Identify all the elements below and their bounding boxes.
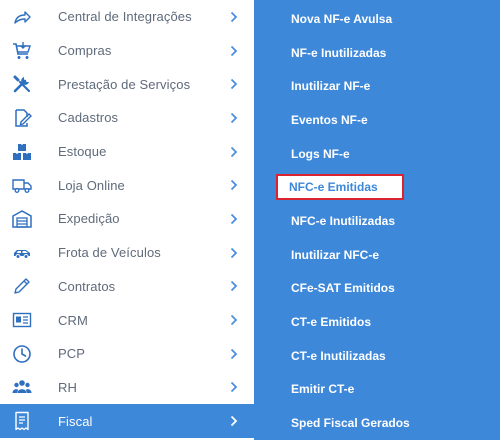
submenu-item-nova-nfe-avulsa[interactable]: Nova NF-e Avulsa — [254, 2, 500, 36]
share-arrow-icon — [0, 0, 58, 34]
car-icon — [0, 236, 58, 270]
submenu-item-label: Inutilizar NF-e — [291, 79, 371, 94]
submenu-item-nfe-inutilizadas[interactable]: NF-e Inutilizadas — [254, 36, 500, 70]
menu-item-frota-de-veiculos[interactable]: Frota de Veículos — [0, 236, 254, 270]
menu-item-estoque[interactable]: Estoque — [0, 135, 254, 169]
receipt-icon — [0, 404, 58, 438]
edit-document-icon — [0, 101, 58, 135]
menu-item-crm[interactable]: CRM — [0, 303, 254, 337]
submenu-item-label: Eventos NF-e — [291, 112, 368, 127]
main-navigation-menu: Central de Integrações Compras Prestação… — [0, 0, 254, 440]
submenu-item-eventos-nfe[interactable]: Eventos NF-e — [254, 103, 500, 137]
submenu-item-cte-inutilizadas[interactable]: CT-e Inutilizadas — [254, 339, 500, 373]
chevron-right-icon — [214, 168, 254, 202]
submenu-item-nfce-emitidas[interactable]: NFC-e Emitidas — [254, 170, 500, 204]
boxes-icon — [0, 135, 58, 169]
menu-item-compras[interactable]: Compras — [0, 34, 254, 68]
submenu-item-label: Logs NF-e — [291, 146, 350, 161]
clock-icon — [0, 337, 58, 371]
submenu-item-nfce-inutilizadas[interactable]: NFC-e Inutilizadas — [254, 204, 500, 238]
menu-item-label: Compras — [58, 43, 112, 59]
chevron-right-icon — [214, 0, 254, 34]
fiscal-submenu: Nova NF-e Avulsa NF-e Inutilizadas Inuti… — [254, 0, 500, 440]
submenu-item-label: Inutilizar NFC-e — [291, 247, 380, 262]
menu-item-label: Loja Online — [58, 177, 125, 193]
submenu-item-inutilizar-nfe[interactable]: Inutilizar NF-e — [254, 69, 500, 103]
warehouse-icon — [0, 202, 58, 236]
menu-item-label: CRM — [58, 312, 88, 328]
submenu-item-label: CT-e Emitidos — [291, 315, 372, 330]
submenu-item-label: NFC-e Emitidas — [276, 174, 404, 201]
chevron-right-icon — [214, 67, 254, 101]
menu-item-label: Central de Integrações — [58, 9, 192, 25]
id-card-icon — [0, 303, 58, 337]
menu-item-rh[interactable]: RH — [0, 371, 254, 405]
menu-item-fiscal[interactable]: Fiscal — [0, 404, 254, 438]
menu-item-label: Fiscal — [58, 413, 93, 429]
menu-item-contratos[interactable]: Contratos — [0, 270, 254, 304]
chevron-right-icon — [214, 303, 254, 337]
chevron-right-icon — [214, 404, 254, 438]
shopping-cart-icon — [0, 34, 58, 68]
chevron-right-icon — [214, 202, 254, 236]
submenu-item-sped-fiscal-gerados[interactable]: Sped Fiscal Gerados — [254, 406, 500, 440]
submenu-item-label: NF-e Inutilizadas — [291, 45, 387, 60]
chevron-right-icon — [214, 371, 254, 405]
submenu-item-inutilizar-nfce[interactable]: Inutilizar NFC-e — [254, 238, 500, 272]
menu-item-central-de-integracoes[interactable]: Central de Integrações — [0, 0, 254, 34]
menu-item-label: Cadastros — [58, 110, 119, 126]
menu-item-prestacao-de-servicos[interactable]: Prestação de Serviços — [0, 67, 254, 101]
chevron-right-icon — [214, 135, 254, 169]
pen-icon — [0, 270, 58, 304]
tools-icon — [0, 67, 58, 101]
submenu-item-cte-emitidos[interactable]: CT-e Emitidos — [254, 305, 500, 339]
menu-item-label: Expedição — [58, 211, 120, 227]
submenu-item-label: CT-e Inutilizadas — [291, 348, 386, 363]
submenu-item-label: Nova NF-e Avulsa — [291, 11, 393, 26]
chevron-right-icon — [214, 101, 254, 135]
submenu-item-emitir-cte[interactable]: Emitir CT-e — [254, 373, 500, 407]
menu-item-expedicao[interactable]: Expedição — [0, 202, 254, 236]
chevron-right-icon — [214, 236, 254, 270]
app-frame: Central de Integrações Compras Prestação… — [0, 0, 500, 440]
submenu-item-logs-nfe[interactable]: Logs NF-e — [254, 137, 500, 171]
menu-item-label: Frota de Veículos — [58, 245, 161, 261]
chevron-right-icon — [214, 337, 254, 371]
chevron-right-icon — [214, 270, 254, 304]
menu-item-label: Estoque — [58, 144, 107, 160]
menu-item-loja-online[interactable]: Loja Online — [0, 168, 254, 202]
submenu-item-label: CFe-SAT Emitidos — [291, 281, 395, 296]
submenu-item-label: Sped Fiscal Gerados — [291, 416, 410, 431]
menu-item-label: PCP — [58, 346, 86, 362]
menu-item-pcp[interactable]: PCP — [0, 337, 254, 371]
menu-item-cadastros[interactable]: Cadastros — [0, 101, 254, 135]
users-icon — [0, 371, 58, 405]
menu-item-label: Prestação de Serviços — [58, 76, 191, 92]
delivery-truck-icon — [0, 168, 58, 202]
menu-item-label: Contratos — [58, 278, 116, 294]
chevron-right-icon — [214, 34, 254, 68]
submenu-item-label: NFC-e Inutilizadas — [291, 213, 396, 228]
submenu-item-cfe-sat-emitidos[interactable]: CFe-SAT Emitidos — [254, 272, 500, 306]
submenu-item-label: Emitir CT-e — [291, 382, 355, 397]
menu-item-label: RH — [58, 379, 77, 395]
